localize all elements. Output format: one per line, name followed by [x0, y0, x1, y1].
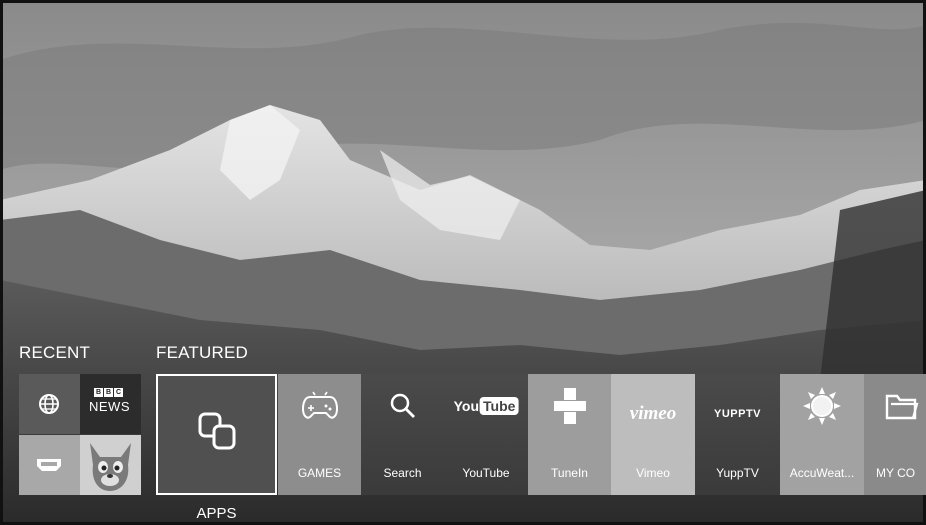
accuweather-label: AccuWeat... — [789, 466, 855, 480]
recent-bbc-news-tile[interactable]: B B C NEWS — [80, 374, 141, 434]
sun-icon — [803, 387, 841, 425]
games-label: GAMES — [297, 466, 342, 480]
search-label: Search — [383, 466, 422, 480]
vimeo-logo: vimeo — [629, 403, 677, 424]
games-tile[interactable]: GAMES — [278, 374, 361, 495]
yupptv-tile[interactable]: YUPPTV YuppTV — [695, 374, 780, 495]
recent-hdmi-tile[interactable] — [19, 435, 80, 495]
bbc-logo: B B C — [94, 388, 123, 397]
folder-icon — [885, 394, 919, 420]
bbc-news-text: NEWS — [89, 399, 130, 414]
recent-section-label: RECENT — [19, 343, 91, 362]
vimeo-tile[interactable]: vimeo Vimeo — [611, 374, 695, 495]
tunein-icon — [553, 388, 586, 424]
search-tile[interactable]: Search — [361, 374, 444, 495]
my-content-label: MY CO — [876, 466, 916, 480]
youtube-tile[interactable]: You Tube YouTube — [444, 374, 528, 495]
accuweather-tile[interactable]: AccuWeat... — [780, 374, 864, 495]
tunein-tile[interactable]: TuneIn — [528, 374, 611, 495]
tunein-label: TuneIn — [551, 466, 588, 480]
yupptv-logo: YUPPTV — [713, 408, 762, 420]
apps-tile[interactable] — [156, 374, 277, 495]
yupptv-label: YuppTV — [716, 466, 759, 480]
recent-apps-grid: B B C NEWS — [19, 374, 141, 495]
featured-section-label: FEATURED — [156, 343, 248, 362]
vimeo-label: Vimeo — [636, 466, 670, 480]
recent-talking-tom-tile[interactable] — [80, 435, 141, 495]
apps-icon — [198, 412, 235, 450]
search-icon — [390, 393, 415, 418]
my-content-tile[interactable]: MY CO — [864, 374, 926, 495]
gamepad-icon — [301, 391, 338, 419]
youtube-logo: You Tube — [454, 397, 519, 415]
apps-label: APPS — [196, 505, 237, 522]
recent-browser-tile[interactable] — [19, 374, 80, 434]
talking-tom-icon — [80, 435, 141, 495]
youtube-label: YouTube — [462, 466, 510, 480]
hdmi-icon — [37, 459, 61, 471]
globe-icon — [39, 394, 59, 414]
